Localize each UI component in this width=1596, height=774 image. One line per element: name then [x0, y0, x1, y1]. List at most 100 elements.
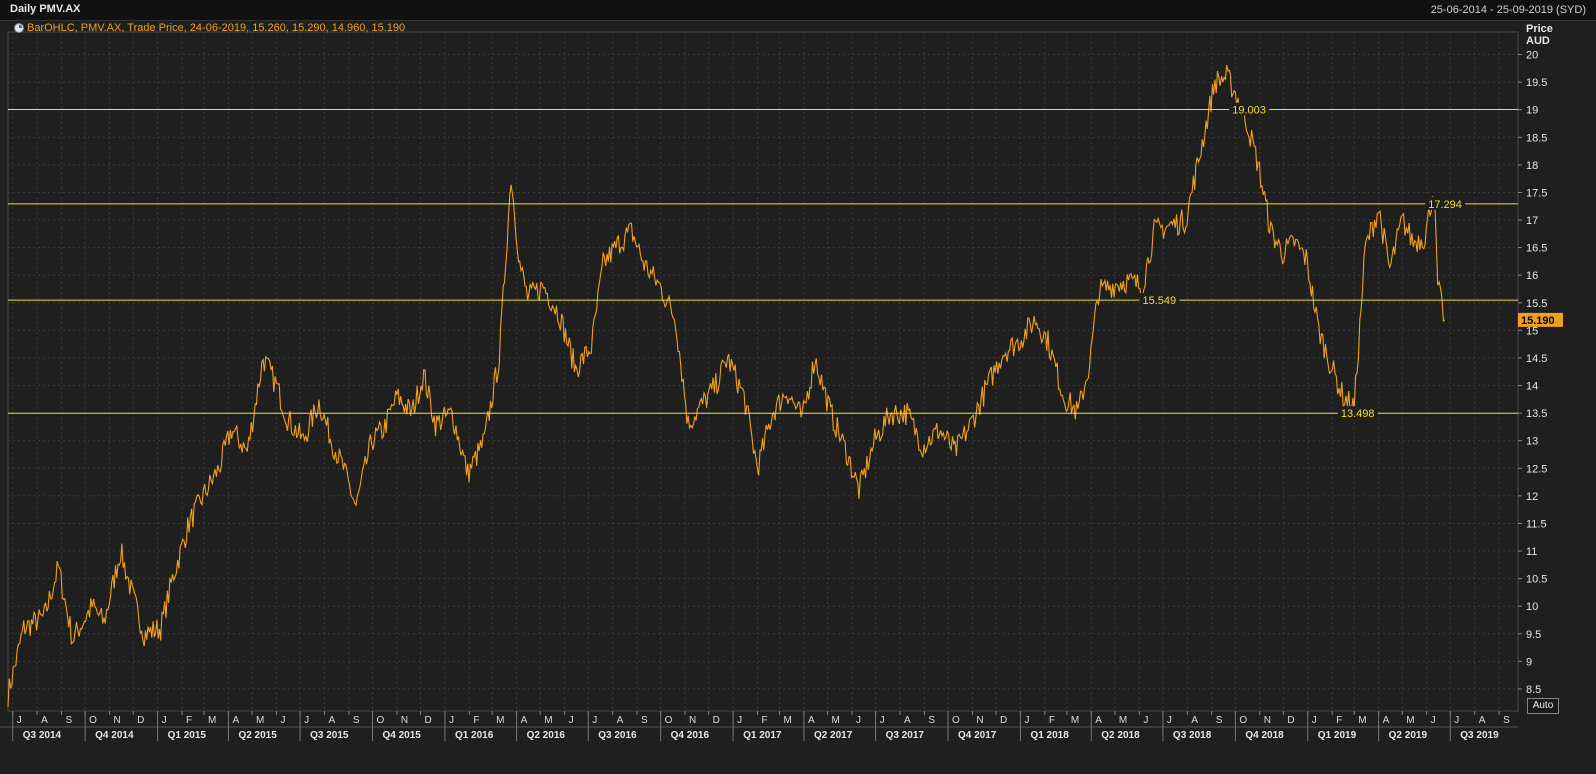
quarter-label: Q2 2017	[814, 730, 853, 741]
month-label: N	[401, 715, 408, 726]
month-label: N	[689, 715, 696, 726]
month-label: A	[1095, 715, 1102, 726]
month-label: D	[713, 715, 720, 726]
quarter-label: Q3 2015	[310, 730, 349, 741]
y-tick-label: 8.5	[1526, 684, 1541, 696]
y-tick-label: 14.5	[1526, 353, 1547, 365]
month-label: A	[808, 715, 815, 726]
y-tick-label: 18.5	[1526, 132, 1547, 144]
month-label: A	[1383, 715, 1390, 726]
month-label: J	[1312, 715, 1317, 726]
y-tick-label: 12.5	[1526, 463, 1547, 475]
instrument-icon	[14, 23, 24, 33]
y-tick-label: 11.5	[1526, 518, 1547, 530]
month-label: N	[976, 715, 983, 726]
level-label: 19.003	[1232, 105, 1266, 117]
month-label: A	[617, 715, 624, 726]
month-label: O	[952, 715, 960, 726]
month-label: M	[1406, 715, 1414, 726]
month-label: M	[496, 715, 504, 726]
y-tick-label: 11	[1526, 546, 1537, 558]
quarter-label: Q3 2018	[1173, 730, 1212, 741]
quarter-label: Q3 2017	[886, 730, 925, 741]
y-tick-label: 20	[1526, 50, 1538, 62]
month-label: O	[377, 715, 385, 726]
month-label: O	[1239, 715, 1247, 726]
month-label: S	[928, 715, 935, 726]
y-axis-title: Price	[1526, 23, 1553, 35]
plot-area	[7, 31, 1519, 712]
y-tick-label: 10	[1526, 601, 1538, 613]
y-axis-title: AUD	[1526, 35, 1550, 47]
month-label: M	[1358, 715, 1366, 726]
month-label: J	[280, 715, 285, 726]
month-label: M	[208, 715, 216, 726]
month-label: J	[737, 715, 742, 726]
month-label: J	[17, 715, 22, 726]
y-tick-label: 10.5	[1526, 574, 1547, 586]
price-chart[interactable]: 8.599.51010.51111.51212.51313.51414.5151…	[0, 0, 1596, 774]
month-label: D	[425, 715, 432, 726]
quarter-label: Q4 2014	[95, 730, 134, 741]
month-label: M	[256, 715, 264, 726]
month-label: M	[1119, 715, 1127, 726]
month-label: O	[665, 715, 673, 726]
quarter-label: Q4 2018	[1245, 730, 1284, 741]
series-legend[interactable]: BarOHLC, PMV.AX, Trade Price, 24-06-2019…	[14, 22, 405, 34]
y-tick-label: 9.5	[1526, 629, 1541, 641]
quarter-label: Q3 2019	[1460, 730, 1499, 741]
month-label: F	[473, 715, 479, 726]
quarter-label: Q1 2015	[168, 730, 207, 741]
month-label: J	[592, 715, 597, 726]
month-label: F	[1336, 715, 1342, 726]
legend-text: BarOHLC, PMV.AX, Trade Price, 24-06-2019…	[27, 22, 406, 34]
month-label: D	[1287, 715, 1294, 726]
quarter-label: Q3 2014	[23, 730, 62, 741]
month-label: A	[328, 715, 335, 726]
month-label: A	[904, 715, 911, 726]
month-label: J	[1167, 715, 1172, 726]
month-label: A	[1479, 715, 1486, 726]
month-label: J	[1431, 715, 1436, 726]
y-tick-label: 13	[1526, 436, 1538, 448]
month-label: M	[1071, 715, 1079, 726]
month-label: A	[521, 715, 528, 726]
month-label: M	[784, 715, 792, 726]
month-label: J	[162, 715, 167, 726]
quarter-label: Q1 2016	[455, 730, 494, 741]
y-tick-label: 17	[1526, 215, 1538, 227]
y-tick-label: 15	[1526, 325, 1538, 337]
auto-scale-button[interactable]: Auto	[1527, 698, 1559, 714]
level-label: 17.294	[1428, 199, 1462, 211]
month-label: J	[856, 715, 861, 726]
month-label: D	[1000, 715, 1007, 726]
month-label: D	[137, 715, 144, 726]
y-tick-label: 15.5	[1526, 298, 1547, 310]
y-tick-label: 17.5	[1526, 187, 1547, 199]
quarter-label: Q1 2018	[1030, 730, 1069, 741]
y-tick-label: 18	[1526, 160, 1538, 172]
last-price-label: 15.190	[1521, 315, 1555, 327]
quarter-label: Q2 2016	[527, 730, 566, 741]
month-label: S	[1216, 715, 1223, 726]
month-label: A	[1191, 715, 1198, 726]
month-label: N	[114, 715, 121, 726]
month-label: J	[449, 715, 454, 726]
chart-window: Daily PMV.AX 25-06-2014 - 25-09-2019 (SY…	[0, 0, 1596, 774]
quarter-label: Q1 2019	[1318, 730, 1357, 741]
month-label: S	[641, 715, 648, 726]
y-tick-label: 16.5	[1526, 243, 1547, 255]
month-label: A	[232, 715, 239, 726]
quarter-label: Q1 2017	[743, 730, 782, 741]
month-label: O	[89, 715, 97, 726]
month-label: S	[66, 715, 73, 726]
month-label: J	[569, 715, 574, 726]
y-tick-label: 12	[1526, 491, 1538, 503]
quarter-label: Q2 2015	[238, 730, 277, 741]
level-label: 15.549	[1142, 295, 1176, 307]
month-label: S	[353, 715, 360, 726]
quarter-label: Q4 2017	[958, 730, 997, 741]
y-tick-label: 9	[1526, 656, 1532, 668]
month-label: M	[544, 715, 552, 726]
quarter-label: Q3 2016	[598, 730, 637, 741]
